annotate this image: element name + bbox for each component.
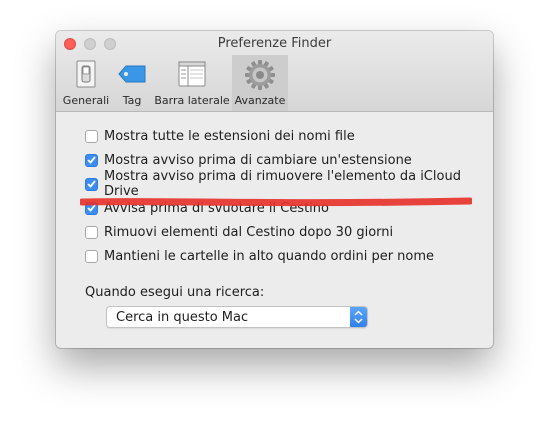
option-label: Mostra avviso prima di cambiare un'esten… [104,152,412,168]
search-scope-popup[interactable]: Cerca in questo Mac [106,306,368,328]
checkbox-warn-icloud-remove[interactable] [85,177,98,191]
tab-tag-label: Tag [122,94,142,107]
popup-arrows-icon [350,307,367,327]
option-label: Mantieni le cartelle in alto quando ordi… [104,248,435,264]
option-row[interactable]: Mostra tutte le estensioni dei nomi file [85,127,355,145]
option-row[interactable]: Mostra avviso prima di rimuovere l'eleme… [85,169,493,199]
tab-generali[interactable]: Generali [60,55,112,111]
checkbox-show-extensions[interactable] [85,129,98,143]
option-row[interactable]: Mantieni le cartelle in alto quando ordi… [85,247,434,265]
checkbox-warn-empty-trash[interactable] [85,201,98,215]
option-label: Rimuovi elementi dal Cestino dopo 30 gio… [104,224,394,240]
tab-generali-label: Generali [62,94,110,107]
option-label: Mostra avviso prima di rimuovere l'eleme… [104,169,461,199]
tab-tag[interactable]: Tag [114,55,150,111]
window-title: Preferenze Finder [217,36,332,51]
search-scope-value: Cerca in questo Mac [116,310,249,325]
titlebar: Preferenze Finder Generali Tag Barra lat… [56,31,493,112]
tab-barra-laterale[interactable]: Barra laterale [153,55,231,111]
tab-avanzate-label: Avanzate [234,94,286,107]
checkmark-icon [87,204,96,212]
option-label: Avvisa prima di svuotare il Cestino [104,200,329,216]
checkmark-icon [87,180,96,188]
tag-icon [115,59,149,93]
tab-barra-laterale-label: Barra laterale [154,94,230,107]
sidebar-icon [177,59,207,93]
tab-avanzate[interactable]: Avanzate [232,55,288,111]
search-scope-label: Quando esegui una ricerca: [85,285,265,300]
option-label: Mostra tutte le estensioni dei nomi file [104,128,355,144]
option-row[interactable]: Rimuovi elementi dal Cestino dopo 30 gio… [85,223,393,241]
switch-icon [71,59,101,93]
checkbox-remove-trash-30-days[interactable] [85,225,98,239]
checkbox-folders-on-top[interactable] [85,249,98,263]
checkbox-warn-extension-change[interactable] [85,153,98,167]
option-row[interactable]: Mostra avviso prima di cambiare un'esten… [85,151,412,169]
option-row[interactable]: Avvisa prima di svuotare il Cestino [85,199,329,217]
checkmark-icon [87,156,96,164]
finder-preferences-window: Preferenze Finder Generali Tag Barra lat… [56,31,493,348]
gear-icon [244,59,276,95]
